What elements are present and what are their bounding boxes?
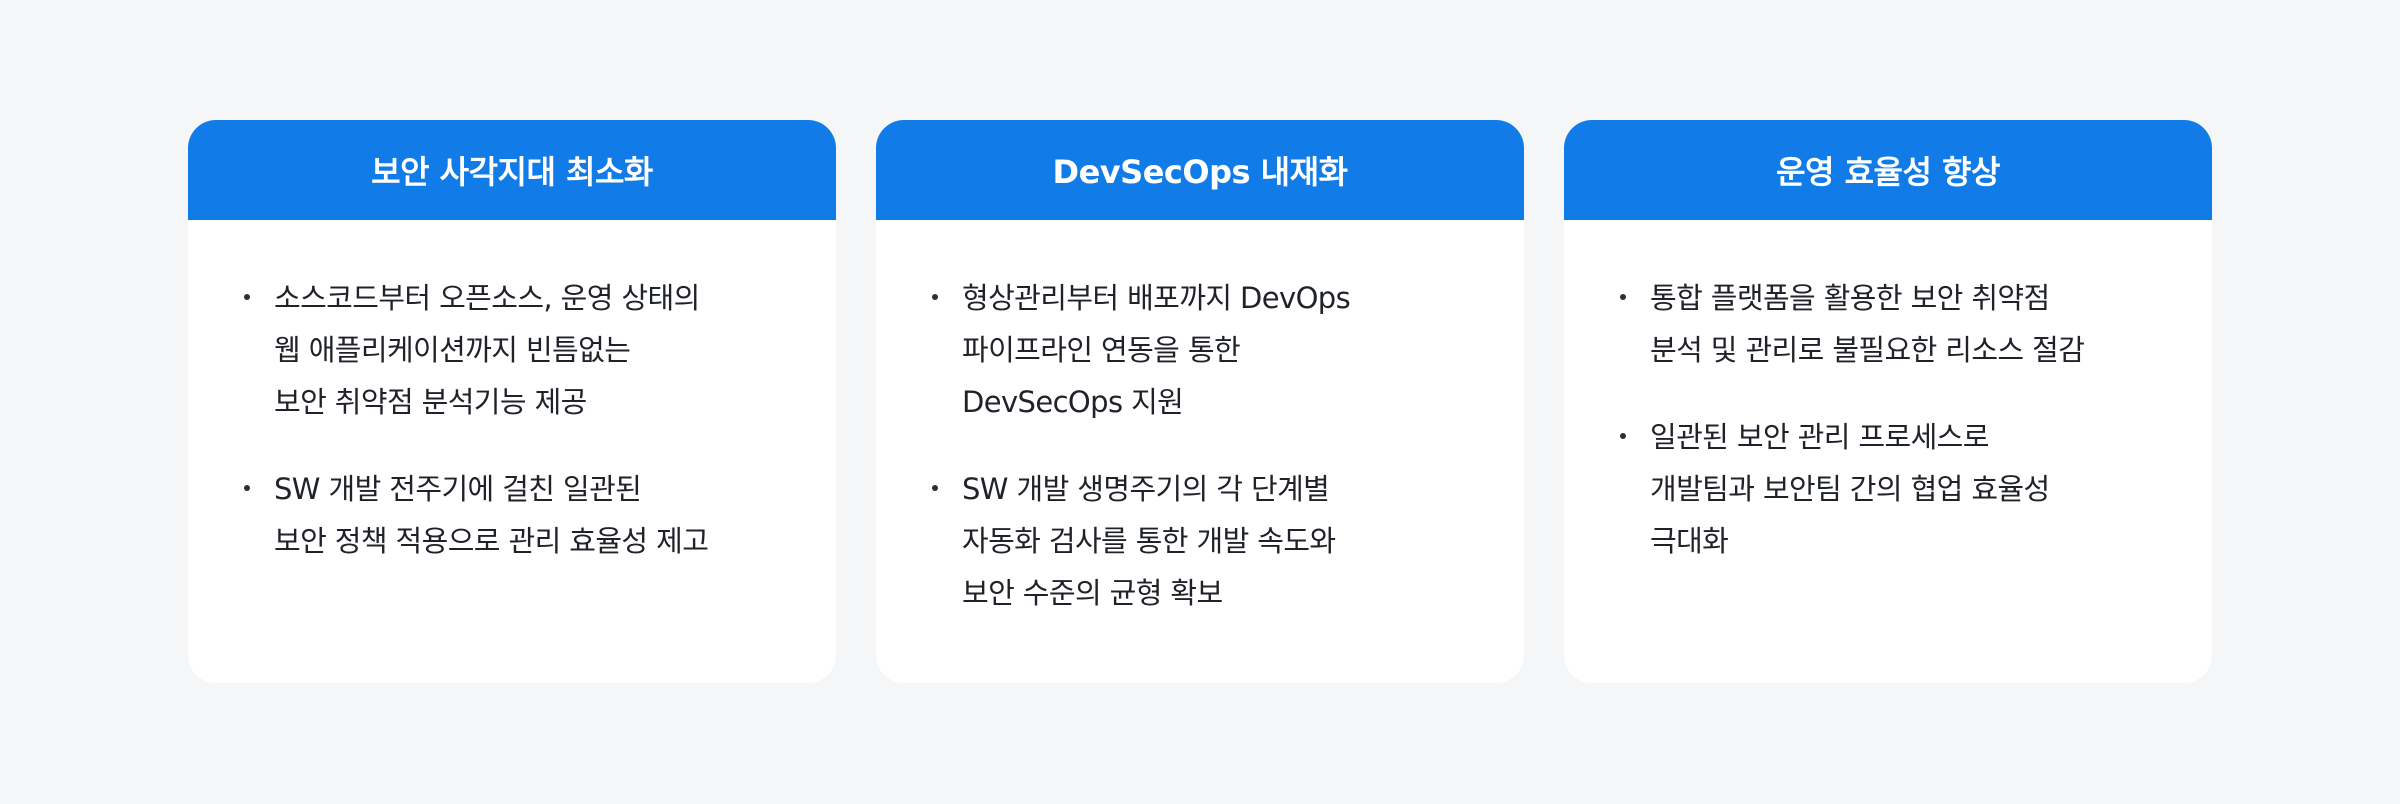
bullet-line: 분석 및 관리로 불필요한 리소스 절감: [1650, 333, 2085, 367]
bullet-line: 개발팀과 보안팀 간의 협업 효율성: [1650, 472, 2050, 506]
bullet-text: 형상관리부터 배포까지 DevOps 파이프라인 연동을 통한 DevSecOp…: [962, 272, 1351, 428]
bullet-line: SW 개발 전주기에 걸친 일관된: [274, 472, 642, 506]
card-title: DevSecOps 내재화: [1052, 153, 1348, 191]
bullet-text: SW 개발 생명주기의 각 단계별 자동화 검사를 통한 개발 속도와 보안 수…: [962, 463, 1336, 619]
bullet-line: DevSecOps 지원: [962, 385, 1184, 419]
card-header: 운영 효율성 향상: [1564, 120, 2212, 220]
bullet-dot-icon: [932, 485, 938, 491]
bullet-line: 형상관리부터 배포까지 DevOps: [962, 281, 1351, 315]
bullet-line: 보안 정책 적용으로 관리 효율성 제고: [274, 524, 709, 558]
bullet-text: 일관된 보안 관리 프로세스로 개발팀과 보안팀 간의 협업 효율성 극대화: [1650, 411, 2050, 567]
bullet-line: 자동화 검사를 통한 개발 속도와: [962, 524, 1336, 558]
list-item: 통합 플랫폼을 활용한 보안 취약점 분석 및 관리로 불필요한 리소스 절감: [1620, 272, 2172, 376]
card-title: 운영 효율성 향상: [1776, 153, 2000, 191]
bullet-line: 보안 취약점 분석기능 제공: [274, 385, 587, 419]
bullet-line: 일관된 보안 관리 프로세스로: [1650, 420, 1989, 454]
bullet-list: 통합 플랫폼을 활용한 보안 취약점 분석 및 관리로 불필요한 리소스 절감 …: [1620, 272, 2172, 567]
bullet-list: 소스코드부터 오픈소스, 운영 상태의 웹 애플리케이션까지 빈틈없는 보안 취…: [244, 272, 796, 567]
bullet-text: 통합 플랫폼을 활용한 보안 취약점 분석 및 관리로 불필요한 리소스 절감: [1650, 272, 2085, 376]
bullet-line: 파이프라인 연동을 통한: [962, 333, 1241, 367]
list-item: 일관된 보안 관리 프로세스로 개발팀과 보안팀 간의 협업 효율성 극대화: [1620, 411, 2172, 567]
card-body: 형상관리부터 배포까지 DevOps 파이프라인 연동을 통한 DevSecOp…: [876, 220, 1524, 619]
bullet-dot-icon: [1620, 294, 1626, 300]
bullet-line: 극대화: [1650, 524, 1729, 558]
bullet-line: 보안 수준의 균형 확보: [962, 576, 1223, 610]
bullet-dot-icon: [1620, 433, 1626, 439]
bullet-line: SW 개발 생명주기의 각 단계별: [962, 472, 1330, 506]
bullet-line: 소스코드부터 오픈소스, 운영 상태의: [274, 281, 700, 315]
card-title: 보안 사각지대 최소화: [371, 153, 653, 191]
feature-card-security-blindspot: 보안 사각지대 최소화 소스코드부터 오픈소스, 운영 상태의 웹 애플리케이션…: [188, 120, 836, 683]
card-body: 통합 플랫폼을 활용한 보안 취약점 분석 및 관리로 불필요한 리소스 절감 …: [1564, 220, 2212, 567]
feature-card-operational-efficiency: 운영 효율성 향상 통합 플랫폼을 활용한 보안 취약점 분석 및 관리로 불필…: [1564, 120, 2212, 683]
list-item: 형상관리부터 배포까지 DevOps 파이프라인 연동을 통한 DevSecOp…: [932, 272, 1484, 428]
bullet-line: 통합 플랫폼을 활용한 보안 취약점: [1650, 281, 2050, 315]
feature-cards: 보안 사각지대 최소화 소스코드부터 오픈소스, 운영 상태의 웹 애플리케이션…: [188, 120, 2212, 683]
list-item: SW 개발 생명주기의 각 단계별 자동화 검사를 통한 개발 속도와 보안 수…: [932, 463, 1484, 619]
bullet-text: 소스코드부터 오픈소스, 운영 상태의 웹 애플리케이션까지 빈틈없는 보안 취…: [274, 272, 700, 428]
bullet-dot-icon: [932, 294, 938, 300]
bullet-text: SW 개발 전주기에 걸친 일관된 보안 정책 적용으로 관리 효율성 제고: [274, 463, 709, 567]
bullet-list: 형상관리부터 배포까지 DevOps 파이프라인 연동을 통한 DevSecOp…: [932, 272, 1484, 619]
card-header: 보안 사각지대 최소화: [188, 120, 836, 220]
bullet-dot-icon: [244, 294, 250, 300]
list-item: 소스코드부터 오픈소스, 운영 상태의 웹 애플리케이션까지 빈틈없는 보안 취…: [244, 272, 796, 428]
bullet-line: 웹 애플리케이션까지 빈틈없는: [274, 333, 631, 367]
card-header: DevSecOps 내재화: [876, 120, 1524, 220]
feature-card-devsecops: DevSecOps 내재화 형상관리부터 배포까지 DevOps 파이프라인 연…: [876, 120, 1524, 683]
card-body: 소스코드부터 오픈소스, 운영 상태의 웹 애플리케이션까지 빈틈없는 보안 취…: [188, 220, 836, 567]
bullet-dot-icon: [244, 485, 250, 491]
list-item: SW 개발 전주기에 걸친 일관된 보안 정책 적용으로 관리 효율성 제고: [244, 463, 796, 567]
